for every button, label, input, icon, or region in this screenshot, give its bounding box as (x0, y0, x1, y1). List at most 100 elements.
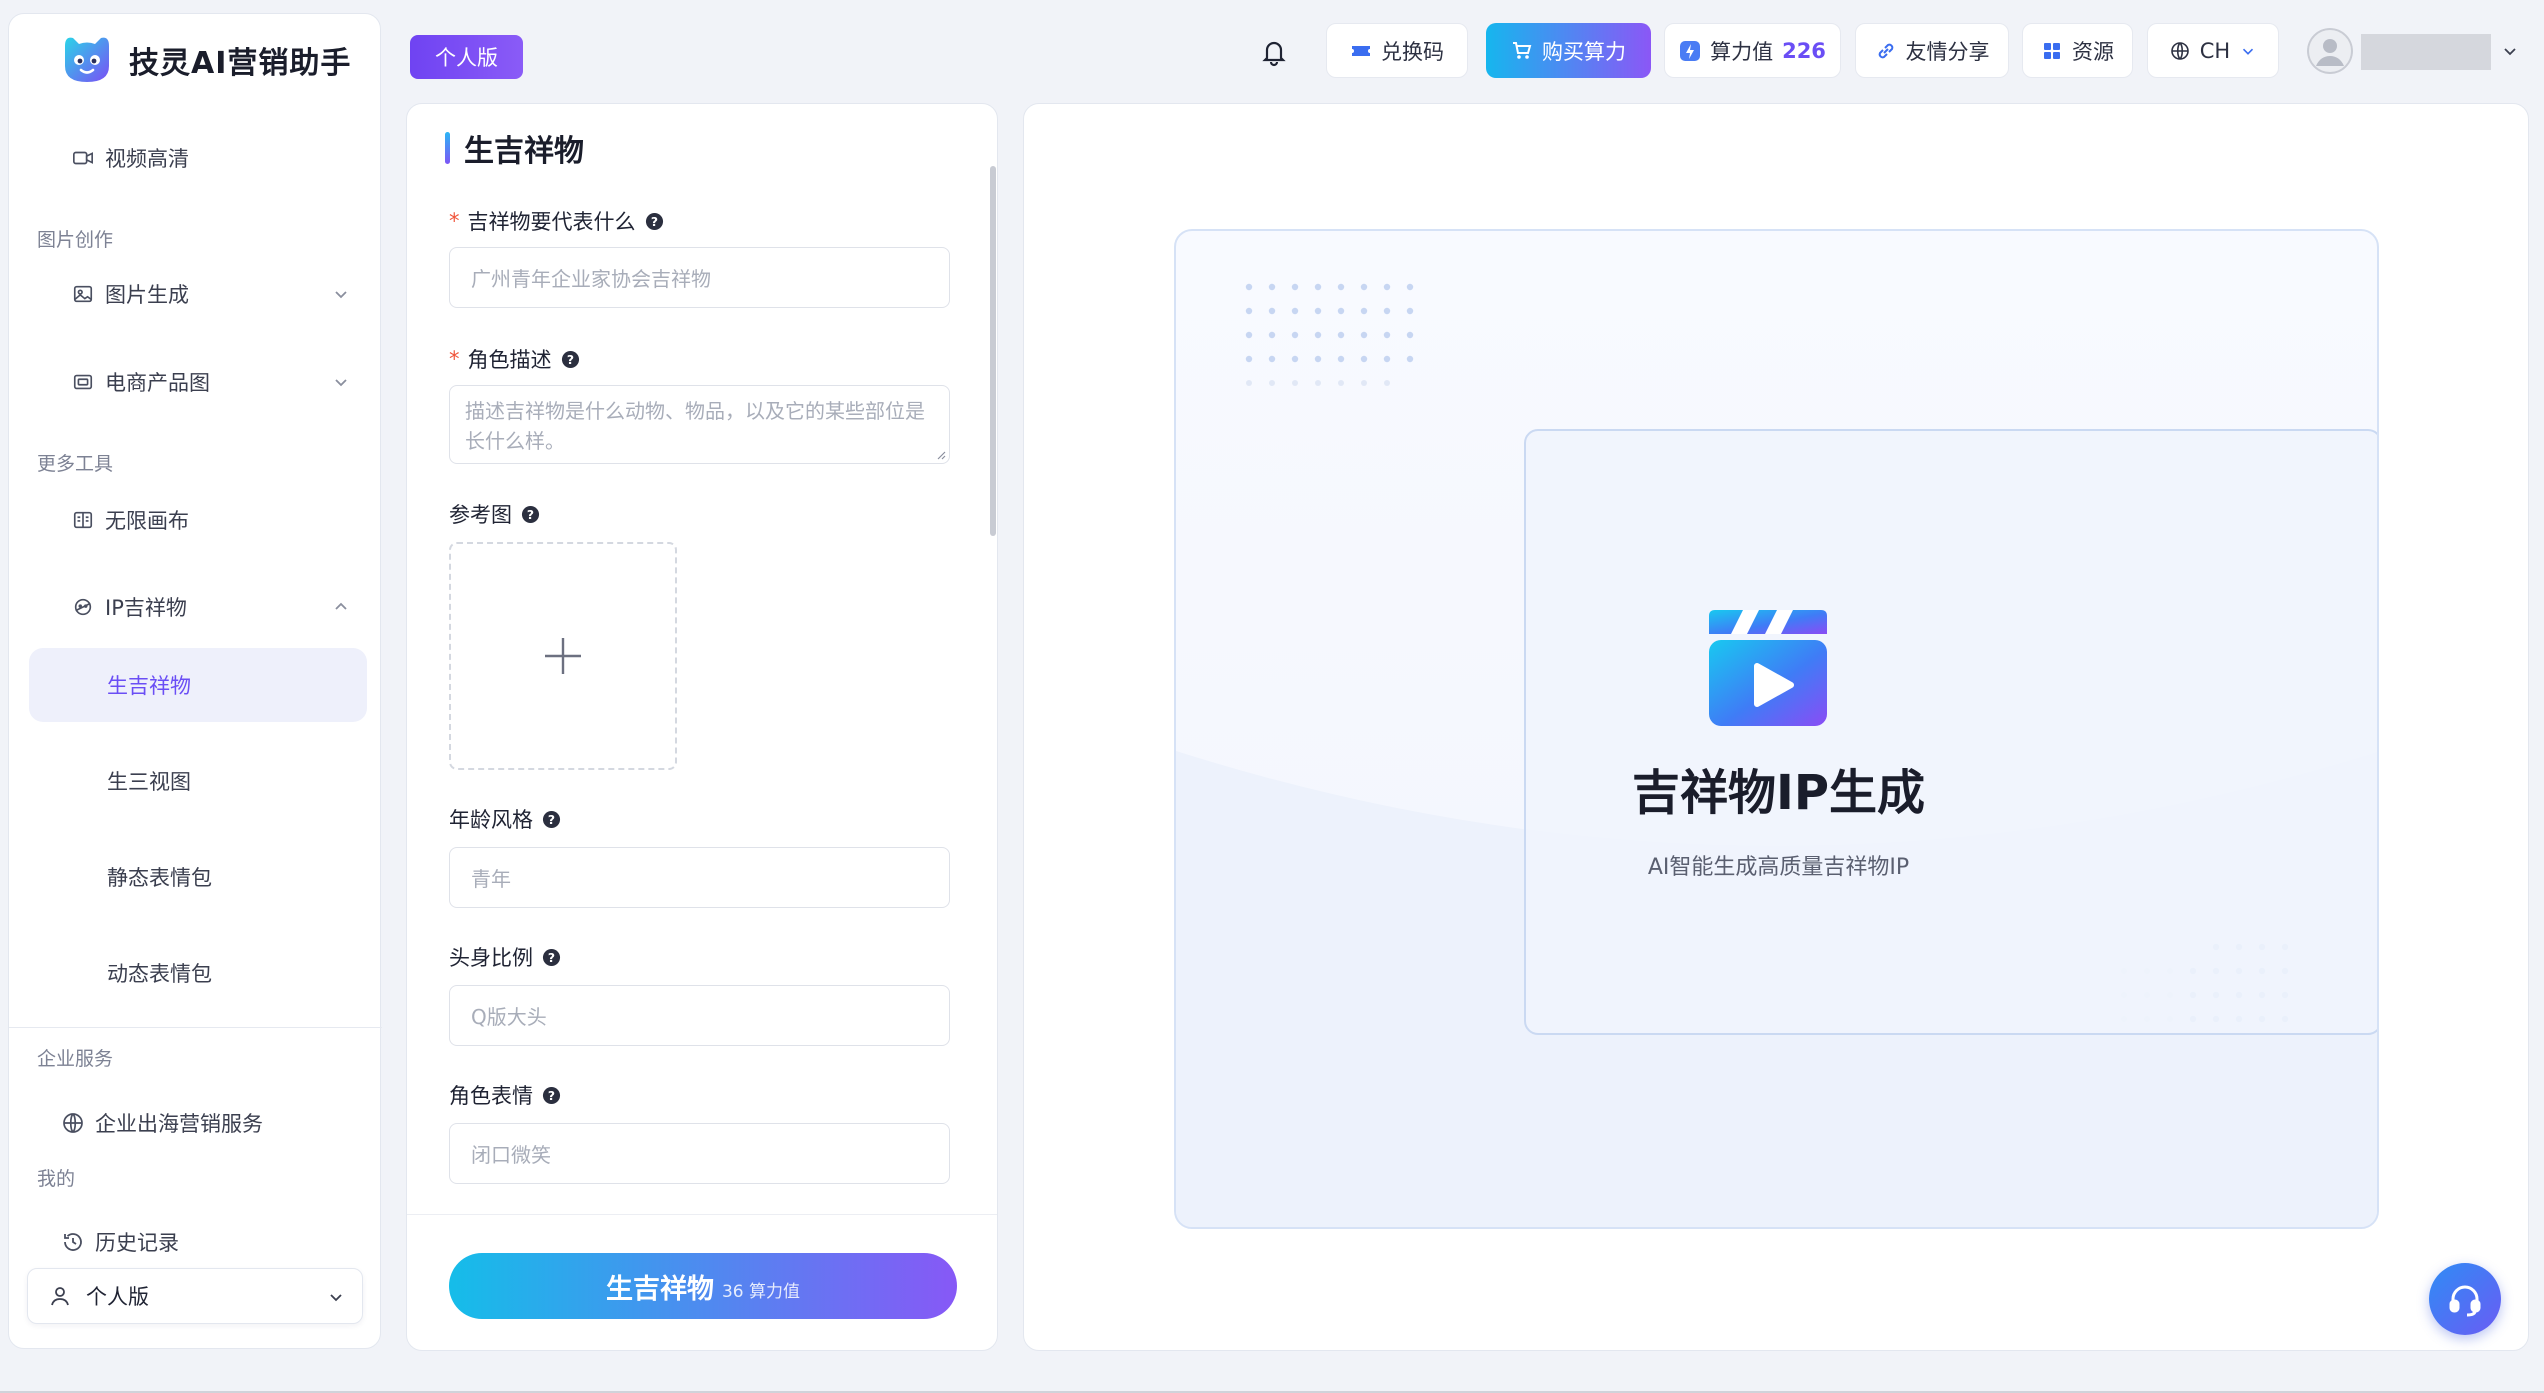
chevron-up-icon (335, 602, 347, 610)
preview-placeholder: 吉祥物IP生成 AI智能生成高质量吉祥物IP (1174, 229, 2379, 1229)
power-balance[interactable]: 算力值 226 (1664, 23, 1841, 78)
sidebar-subitem-three-view[interactable]: 生三视图 (29, 744, 367, 818)
chevron-down-icon[interactable] (2500, 41, 2520, 61)
svg-text:?: ? (566, 352, 573, 366)
chevron-down-icon (2243, 48, 2254, 55)
label-text: 头身比例 (449, 946, 533, 970)
mascot-icon (71, 595, 95, 619)
reference-upload[interactable] (449, 542, 677, 770)
sidebar-item-overseas[interactable]: 企业出海营销服务 (29, 1086, 367, 1160)
sidebar-item-ip-mascot[interactable]: IP吉祥物 (29, 570, 367, 644)
label-text: 角色表情 (449, 1084, 533, 1108)
scrollbar[interactable] (990, 166, 996, 536)
product-image-icon (71, 370, 95, 394)
generate-label: 生吉祥物 (605, 1273, 714, 1305)
help-icon[interactable]: ? (542, 810, 561, 829)
sidebar-item-video-hd[interactable]: 视频高清 (29, 121, 367, 195)
required-mark: * (449, 209, 460, 233)
buy-power-button[interactable]: 购买算力 (1486, 23, 1651, 78)
sidebar-item-label: 动态表情包 (107, 962, 212, 986)
lightning-icon (1680, 40, 1701, 61)
form-footer-divider (407, 1214, 997, 1215)
sidebar-item-label: 无限画布 (105, 509, 189, 533)
resize-handle-icon[interactable] (936, 450, 946, 460)
plus-icon (545, 638, 581, 674)
customer-support-button[interactable] (2429, 1263, 2501, 1335)
image-icon (71, 282, 95, 306)
sidebar-item-label: 视频高清 (105, 147, 189, 171)
sidebar: 技灵AI营销助手 视频高清 图片创作 图片生成 电商产品图 更多工具 无限画布 … (8, 13, 382, 1349)
avatar[interactable] (2307, 28, 2353, 74)
username-redacted (2361, 34, 2491, 70)
input-placeholder: 广州青年企业家协会吉祥物 (471, 267, 711, 291)
help-icon[interactable]: ? (542, 1086, 561, 1105)
expression-label: 角色表情 ? (449, 1080, 561, 1110)
form-title: 生吉祥物 (445, 126, 584, 170)
svg-text:?: ? (650, 214, 657, 228)
version-select[interactable]: 个人版 (27, 1268, 363, 1324)
section-label-mine: 我的 (37, 1168, 76, 1190)
ticket-icon (1352, 45, 1370, 56)
sidebar-item-label: 图片生成 (105, 283, 189, 307)
role-desc-textarea[interactable]: 描述吉祥物是什么动物、物品，以及它的某些部位是长什么样。 (449, 385, 950, 464)
preview-panel: 吉祥物IP生成 AI智能生成高质量吉祥物IP (1023, 103, 2529, 1351)
svg-text:?: ? (548, 1088, 555, 1102)
preview-subtitle: AI智能生成高质量吉祥物IP (1647, 855, 1910, 880)
sidebar-subitem-gen-mascot[interactable]: 生吉祥物 (29, 648, 367, 722)
resources-button[interactable]: 资源 (2022, 23, 2133, 78)
language-label: CH (2199, 38, 2231, 63)
globe-icon (2170, 41, 2189, 60)
expression-input[interactable]: 闭口微笑 (449, 1123, 950, 1184)
age-style-input[interactable]: 青年 (449, 847, 950, 908)
sidebar-item-ecommerce[interactable]: 电商产品图 (29, 345, 367, 419)
svg-text:?: ? (548, 812, 555, 826)
head-ratio-label: 头身比例 ? (449, 942, 561, 972)
video-camera-icon (71, 146, 95, 170)
section-label-tools: 更多工具 (37, 453, 114, 475)
label-text: 角色描述 (467, 348, 552, 372)
reference-label: 参考图 ? (449, 499, 540, 529)
sidebar-item-infinite-canvas[interactable]: 无限画布 (29, 483, 367, 557)
share-button[interactable]: 友情分享 (1855, 23, 2009, 78)
headset-icon (2449, 1285, 2481, 1317)
sidebar-divider (9, 1027, 382, 1028)
role-desc-label: * 角色描述 ? (449, 344, 580, 374)
power-value: 226 (1782, 38, 1826, 63)
resources-label: 资源 (2072, 39, 2114, 64)
user-icon (51, 1287, 69, 1306)
section-label-image: 图片创作 (37, 229, 114, 251)
app-logo[interactable]: 技灵AI营销助手 (59, 32, 351, 88)
head-ratio-input[interactable]: Q版大头 (449, 985, 950, 1046)
input-placeholder: Q版大头 (471, 1005, 547, 1029)
bell-icon[interactable] (1258, 36, 1290, 68)
link-icon (1878, 43, 1893, 58)
sidebar-item-label: 生三视图 (107, 770, 191, 794)
section-label-enterprise: 企业服务 (37, 1048, 114, 1070)
svg-text:?: ? (527, 507, 534, 521)
user-avatar-icon (2307, 28, 2353, 74)
title-accent-bar (445, 132, 450, 164)
version-badge[interactable]: 个人版 (410, 35, 523, 79)
chevron-down-icon (330, 1294, 342, 1302)
help-icon[interactable]: ? (521, 505, 540, 524)
svg-text:?: ? (548, 950, 555, 964)
generate-mascot-button[interactable]: 生吉祥物 36 算力值 (449, 1253, 957, 1319)
redeem-button[interactable]: 兑换码 (1326, 23, 1468, 78)
input-placeholder: 闭口微笑 (471, 1143, 551, 1167)
language-select[interactable]: CH (2147, 23, 2279, 78)
textarea-placeholder: 描述吉祥物是什么动物、物品，以及它的某些部位是长什么样。 (465, 399, 925, 453)
history-icon (61, 1230, 85, 1254)
help-icon[interactable]: ? (561, 350, 580, 369)
help-icon[interactable]: ? (645, 212, 664, 231)
label-text: 参考图 (449, 503, 512, 527)
input-placeholder: 青年 (471, 867, 511, 891)
form-title-text: 生吉祥物 (464, 134, 584, 169)
represents-input[interactable]: 广州青年企业家协会吉祥物 (449, 247, 950, 308)
help-icon[interactable]: ? (542, 948, 561, 967)
required-mark: * (449, 347, 460, 371)
sidebar-subitem-animated-sticker[interactable]: 动态表情包 (29, 936, 367, 1010)
label-text: 吉祥物要代表什么 (467, 210, 636, 234)
sidebar-item-image-gen[interactable]: 图片生成 (29, 257, 367, 331)
logo-icon (65, 37, 109, 82)
sidebar-subitem-static-sticker[interactable]: 静态表情包 (29, 840, 367, 914)
